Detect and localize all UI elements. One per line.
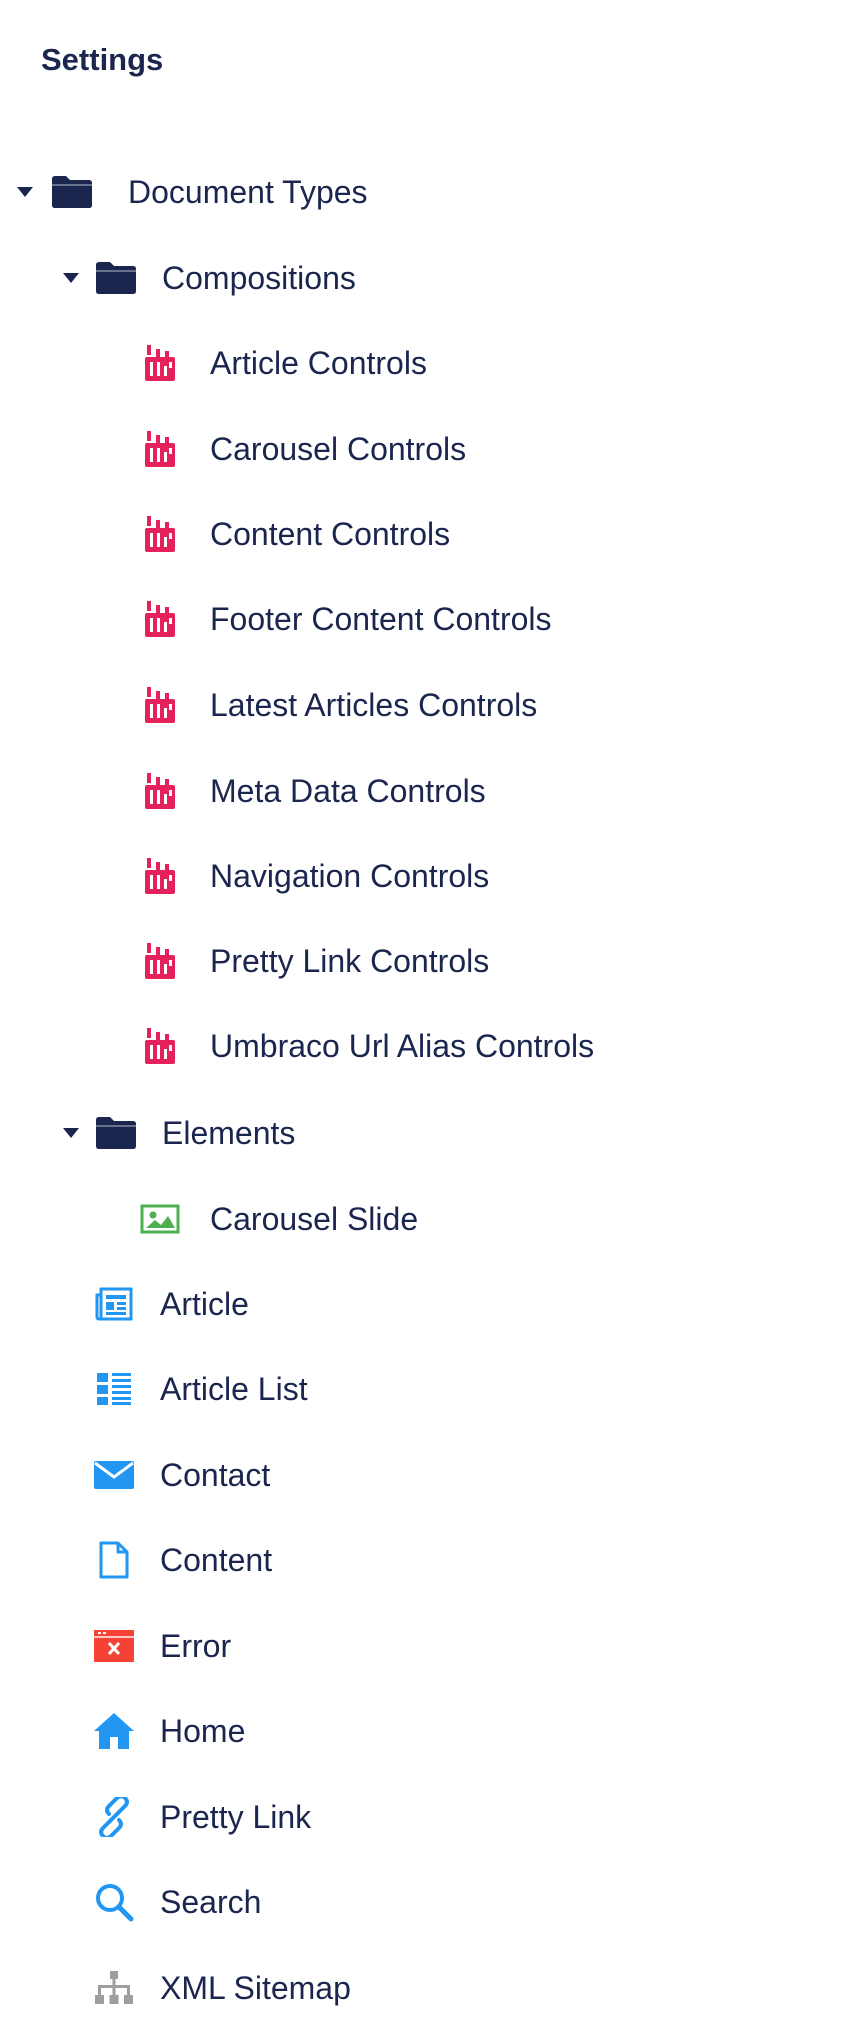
tree-node-navigation-controls[interactable]: Navigation Controls bbox=[138, 846, 489, 906]
tree-node-latest-articles-controls[interactable]: Latest Articles Controls bbox=[138, 675, 537, 735]
document-icon bbox=[92, 1538, 136, 1582]
tree-node-label: Latest Articles Controls bbox=[210, 686, 538, 723]
tree-node-article-controls[interactable]: Article Controls bbox=[138, 333, 427, 393]
picture-icon bbox=[138, 1197, 182, 1241]
tree-node-carousel-slide[interactable]: Carousel Slide bbox=[138, 1189, 418, 1249]
tree-node-label: Content Controls bbox=[210, 515, 451, 552]
tree-node-label: Home bbox=[160, 1712, 246, 1749]
composition-icon bbox=[138, 1024, 182, 1068]
composition-icon bbox=[138, 683, 182, 727]
tree-node-elements[interactable]: Elements bbox=[60, 1103, 295, 1163]
tree-node-label: Search bbox=[160, 1883, 262, 1920]
tree-node-article-list[interactable]: Article List bbox=[92, 1359, 308, 1419]
composition-icon bbox=[138, 939, 182, 983]
folder-icon bbox=[94, 1111, 138, 1155]
tree-node-content-controls[interactable]: Content Controls bbox=[138, 504, 450, 564]
tree-node-label: Contact bbox=[160, 1456, 271, 1493]
section-title: Settings bbox=[41, 42, 164, 77]
tree-node-search[interactable]: Search bbox=[92, 1872, 261, 1932]
tree-node-label: Article Controls bbox=[210, 344, 427, 381]
tree-node-compositions[interactable]: Compositions bbox=[60, 248, 356, 308]
tree-node-label: Navigation Controls bbox=[210, 857, 490, 894]
tree-node-umbraco-url-alias-controls[interactable]: Umbraco Url Alias Controls bbox=[138, 1016, 594, 1076]
tree-node-label: XML Sitemap bbox=[160, 1969, 351, 2006]
composition-icon bbox=[138, 854, 182, 898]
envelope-icon bbox=[92, 1453, 136, 1497]
tree-node-label: Elements bbox=[162, 1114, 296, 1151]
tree-node-label: Article List bbox=[160, 1370, 308, 1407]
link-icon bbox=[92, 1795, 136, 1839]
list-icon bbox=[92, 1367, 136, 1411]
tree-node-meta-data-controls[interactable]: Meta Data Controls bbox=[138, 761, 486, 821]
folder-icon bbox=[94, 256, 138, 300]
caret-down-icon[interactable] bbox=[60, 1122, 82, 1144]
tree-node-label: Carousel Controls bbox=[210, 430, 467, 467]
tree-node-home[interactable]: Home bbox=[92, 1701, 245, 1761]
tree-node-document-types[interactable]: Document Types bbox=[14, 162, 368, 222]
search-icon bbox=[92, 1880, 136, 1924]
composition-icon bbox=[138, 341, 182, 385]
home-icon bbox=[92, 1709, 136, 1753]
tree-node-label: Content bbox=[160, 1541, 273, 1578]
sitemap-icon bbox=[92, 1966, 136, 2010]
tree-node-label: Meta Data Controls bbox=[210, 772, 486, 809]
tree-node-label: Pretty Link bbox=[160, 1798, 312, 1835]
tree-node-error[interactable]: Error bbox=[92, 1616, 231, 1676]
composition-icon bbox=[138, 769, 182, 813]
caret-down-icon[interactable] bbox=[60, 267, 82, 289]
tree-node-label: Umbraco Url Alias Controls bbox=[210, 1027, 595, 1064]
tree-node-carousel-controls[interactable]: Carousel Controls bbox=[138, 419, 466, 479]
tree-node-label: Article bbox=[160, 1285, 249, 1322]
composition-icon bbox=[138, 427, 182, 471]
tree-node-label: Pretty Link Controls bbox=[210, 942, 490, 979]
tree-node-label: Carousel Slide bbox=[210, 1200, 419, 1237]
composition-icon bbox=[138, 597, 182, 641]
tree-node-label: Error bbox=[160, 1627, 232, 1664]
error-window-icon bbox=[92, 1624, 136, 1668]
tree-node-xml-sitemap[interactable]: XML Sitemap bbox=[92, 1958, 351, 2018]
caret-down-icon[interactable] bbox=[14, 181, 36, 203]
composition-icon bbox=[138, 512, 182, 556]
tree-node-pretty-link-controls[interactable]: Pretty Link Controls bbox=[138, 931, 489, 991]
newspaper-icon bbox=[92, 1282, 136, 1326]
tree-node-contact[interactable]: Contact bbox=[92, 1445, 270, 1505]
tree-node-label: Document Types bbox=[128, 173, 368, 210]
tree-node-label: Footer Content Controls bbox=[210, 600, 552, 637]
tree-node-pretty-link[interactable]: Pretty Link bbox=[92, 1787, 311, 1847]
settings-tree-panel: Settings Document Types Compositions Art… bbox=[0, 0, 856, 2032]
tree-node-content[interactable]: Content bbox=[92, 1530, 272, 1590]
tree-node-article[interactable]: Article bbox=[92, 1274, 249, 1334]
tree-node-label: Compositions bbox=[162, 259, 356, 296]
tree-node-footer-content-controls[interactable]: Footer Content Controls bbox=[138, 589, 552, 649]
folder-icon bbox=[50, 170, 94, 214]
